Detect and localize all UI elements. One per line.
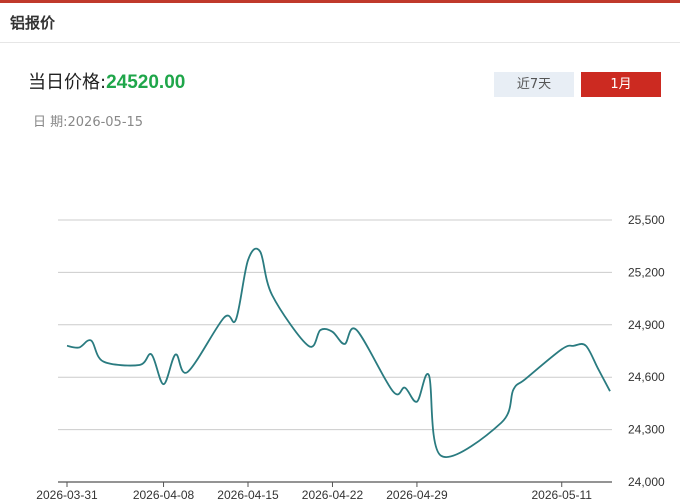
data-point — [498, 420, 504, 426]
x-tick-label: 2026-03-31 — [36, 488, 98, 502]
data-point — [595, 365, 601, 371]
data-point — [317, 327, 323, 333]
x-tick-label: 2026-05-11 — [531, 488, 592, 502]
data-point — [402, 385, 408, 391]
data-point — [136, 362, 142, 368]
data-point — [559, 346, 565, 352]
data-point — [161, 381, 167, 387]
data-point — [148, 351, 154, 357]
x-tick-label: 2026-04-22 — [302, 488, 364, 502]
data-point — [414, 399, 420, 405]
y-tick-label: 24,300 — [628, 423, 665, 437]
data-point — [571, 343, 577, 349]
data-point — [342, 341, 348, 347]
data-point — [185, 369, 191, 375]
data-point — [510, 386, 516, 392]
y-tick-label: 24,900 — [628, 318, 665, 332]
y-tick-label: 25,500 — [628, 213, 665, 227]
x-tick-label: 2026-04-29 — [386, 488, 448, 502]
data-point — [269, 292, 275, 298]
data-point — [221, 315, 227, 321]
y-tick-label: 24,000 — [628, 475, 665, 489]
price-line-chart: 24,000 24,300 24,600 24,900 25,200 25,500 2026… — [36, 213, 665, 502]
data-point — [233, 317, 239, 323]
data-point — [426, 372, 432, 378]
data-point — [305, 343, 311, 349]
series-layer — [64, 247, 613, 459]
axis-layer: 24,000 24,300 24,600 24,900 25,200 25,500 2026… — [36, 213, 665, 502]
data-point — [88, 338, 94, 344]
data-point — [245, 257, 251, 263]
data-point — [329, 329, 335, 335]
price-series-line — [66, 247, 611, 458]
grid-layer — [58, 219, 612, 483]
data-point — [390, 388, 396, 394]
y-tick-label: 25,200 — [628, 265, 665, 279]
data-point — [100, 358, 106, 364]
data-point — [173, 351, 179, 357]
data-point — [523, 376, 529, 382]
data-point — [76, 345, 82, 351]
data-point — [354, 327, 360, 333]
data-point — [438, 453, 444, 459]
y-tick-label: 24,600 — [628, 370, 665, 384]
x-tick-label: 2026-04-08 — [133, 488, 195, 502]
data-point — [607, 388, 613, 394]
data-point — [583, 343, 589, 349]
data-point — [257, 248, 263, 254]
x-tick-label: 2026-04-15 — [217, 488, 279, 502]
data-point — [64, 343, 70, 349]
